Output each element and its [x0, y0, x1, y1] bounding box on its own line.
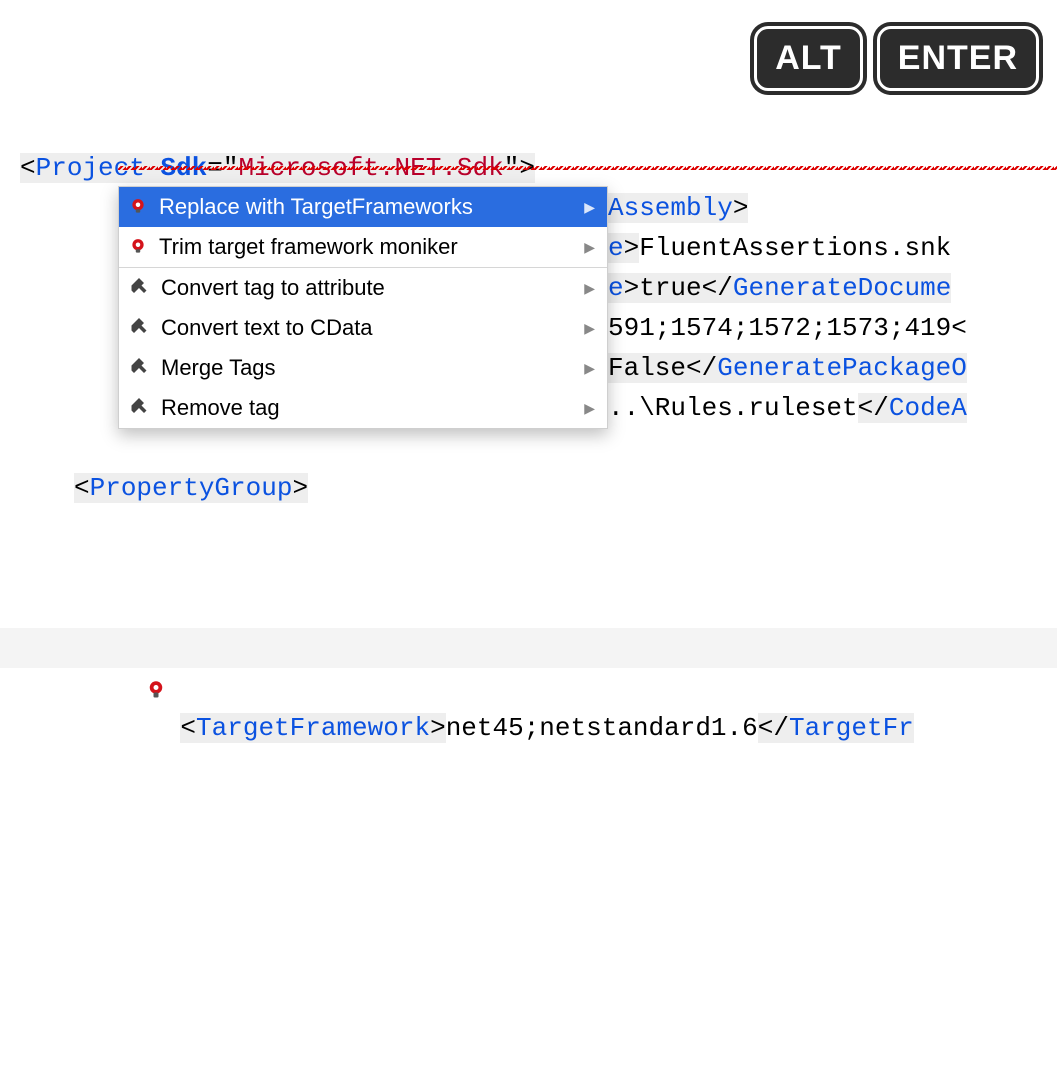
menu-item-label: Convert tag to attribute	[161, 275, 572, 301]
angle-bracket: <	[20, 153, 36, 183]
code-fragment: ..\Rules.ruleset</CodeA	[608, 388, 967, 428]
xml-tag: PropertyGroup	[90, 473, 293, 503]
error-squiggle	[118, 166, 1057, 170]
menu-item-merge-tags[interactable]: Merge Tags ▶	[119, 348, 607, 388]
code-editor[interactable]: <Project Sdk="Microsoft.NET.Sdk"> <Prope…	[0, 28, 1057, 1072]
lightbulb-icon[interactable]	[52, 633, 72, 653]
menu-item-label: Remove tag	[161, 395, 572, 421]
hammer-icon	[129, 278, 149, 298]
code-fragment: Assembly>	[608, 188, 748, 228]
quick-actions-menu: Replace with TargetFrameworks ▶ Trim tar…	[118, 186, 608, 429]
lightbulb-icon	[129, 238, 147, 256]
chevron-right-icon: ▶	[584, 400, 595, 417]
menu-item-label: Convert text to CData	[161, 315, 572, 341]
code-fragment: False</GeneratePackageO	[608, 348, 967, 388]
chevron-right-icon: ▶	[584, 199, 595, 216]
hammer-icon	[129, 318, 149, 338]
lightbulb-icon	[129, 198, 147, 216]
xml-text: net45;netstandard1.6	[446, 713, 758, 743]
menu-item-label: Trim target framework moniker	[159, 234, 572, 260]
menu-item-replace-targetframeworks[interactable]: Replace with TargetFrameworks ▶	[119, 187, 607, 227]
menu-item-label: Replace with TargetFrameworks	[159, 194, 572, 220]
chevron-right-icon: ▶	[584, 360, 595, 377]
menu-item-trim-moniker[interactable]: Trim target framework moniker ▶	[119, 227, 607, 267]
menu-item-remove-tag[interactable]: Remove tag ▶	[119, 388, 607, 428]
code-line	[0, 788, 1057, 828]
code-line	[0, 1028, 1057, 1068]
code-line	[0, 908, 1057, 948]
xml-tag: TargetFramework	[196, 713, 430, 743]
hammer-icon	[129, 358, 149, 378]
chevron-right-icon: ▶	[584, 320, 595, 337]
chevron-right-icon: ▶	[584, 280, 595, 297]
menu-item-convert-to-attribute[interactable]: Convert tag to attribute ▶	[119, 268, 607, 308]
code-line-active: <TargetFramework>net45;netstandard1.6</T…	[0, 628, 1057, 668]
menu-item-label: Merge Tags	[161, 355, 572, 381]
code-fragment: 591;1574;1572;1573;419<	[608, 308, 967, 348]
code-fragment: e>FluentAssertions.snk	[608, 228, 951, 268]
menu-item-convert-to-cdata[interactable]: Convert text to CData ▶	[119, 308, 607, 348]
hammer-icon	[129, 398, 149, 418]
code-fragment: e>true</GenerateDocume	[608, 268, 951, 308]
chevron-right-icon: ▶	[584, 239, 595, 256]
code-line: <PropertyGroup>	[0, 468, 1057, 508]
